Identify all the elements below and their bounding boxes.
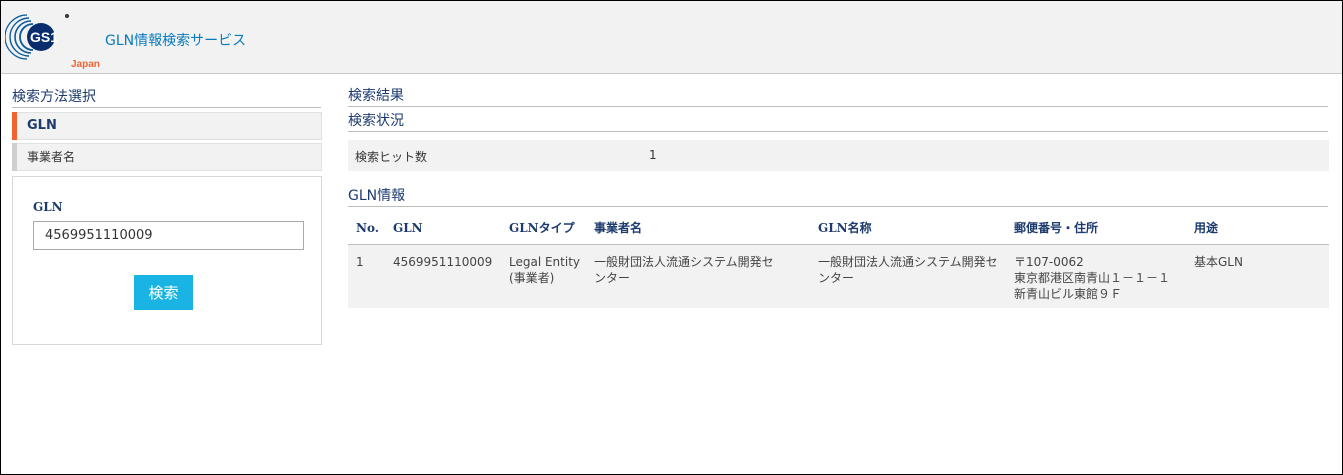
gln-name-text: 一般財団法人流通システム開発センター	[818, 254, 998, 285]
cell-usage: 基本GLN	[1186, 244, 1329, 308]
cell-gln: 4569951110009	[385, 244, 501, 308]
gln-type-line2: (事業者)	[509, 270, 555, 285]
col-header-no: No.	[348, 212, 385, 245]
hit-count-value: 1	[649, 148, 657, 162]
company-text: 一般財団法人流通システム開発センター	[594, 254, 774, 285]
gln-input[interactable]	[33, 221, 304, 250]
col-header-gln-name: GLN名称	[810, 212, 1006, 245]
col-header-gln-type: GLNタイプ	[501, 212, 586, 245]
cell-gln-name: 一般財団法人流通システム開発センター	[810, 244, 1006, 308]
gs1-logo[interactable]: GS1 Japan	[4, 7, 100, 70]
service-title[interactable]: GLN情報検索サービス	[105, 30, 246, 50]
col-header-address: 郵便番号・住所	[1006, 212, 1186, 245]
cell-company: 一般財団法人流通システム開発センター	[586, 244, 810, 308]
address-line2: 新青山ビル東館９Ｆ	[1014, 286, 1123, 301]
gln-results-table: No. GLN GLNタイプ 事業者名 GLN名称 郵便番号・住所 用途 1 4…	[348, 212, 1329, 308]
search-method-heading: 検索方法選択	[12, 86, 321, 108]
cell-address: 〒107-0062 東京都港区南青山１－１－１ 新青山ビル東館９Ｆ	[1006, 244, 1186, 308]
address-line1: 東京都港区南青山１－１－１	[1014, 270, 1171, 285]
logo-japan-text: Japan	[71, 59, 100, 70]
method-tab-gln[interactable]: GLN	[12, 112, 322, 140]
search-button[interactable]: 検索	[134, 275, 193, 310]
col-header-company: 事業者名	[586, 212, 810, 245]
hit-count-label: 検索ヒット数	[355, 150, 428, 164]
col-header-usage: 用途	[1186, 212, 1329, 245]
gs1-logo-icon: GS1	[4, 14, 69, 60]
search-form: GLN 検索	[12, 176, 322, 345]
gln-type-line1: Legal Entity	[509, 254, 581, 269]
table-row: 1 4569951110009 Legal Entity (事業者) 一般財団法…	[348, 244, 1329, 308]
cell-no: 1	[348, 244, 385, 308]
hit-count-row: 検索ヒット数 1	[348, 140, 1329, 171]
cell-gln-type: Legal Entity (事業者)	[501, 244, 586, 308]
gln-field-label: GLN	[33, 200, 63, 214]
table-header-row: No. GLN GLNタイプ 事業者名 GLN名称 郵便番号・住所 用途	[348, 212, 1329, 245]
col-header-gln: GLN	[385, 212, 501, 245]
method-tab-company-name[interactable]: 事業者名	[12, 143, 322, 171]
results-heading: 検索結果	[348, 85, 1328, 107]
postal-code: 〒107-0062	[1014, 254, 1084, 269]
status-heading: 検索状況	[348, 110, 1328, 132]
gln-info-heading: GLN情報	[348, 185, 1328, 207]
logo-gs-text: GS1	[30, 29, 58, 45]
header: GS1 Japan GLN情報検索サービス	[1, 1, 1342, 74]
